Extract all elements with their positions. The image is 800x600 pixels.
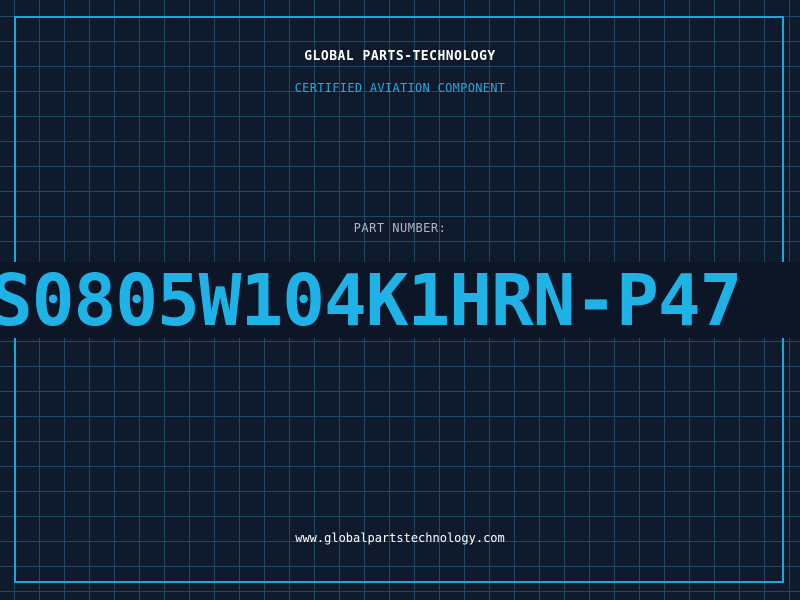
part-number-value: S0805W104K1HRN-P47 bbox=[0, 259, 742, 342]
website-url: www.globalpartstechnology.com bbox=[295, 531, 505, 545]
part-number-label: PART NUMBER: bbox=[353, 221, 447, 235]
certification-tagline: CERTIFIED AVIATION COMPONENT bbox=[294, 81, 506, 95]
company-name: GLOBAL PARTS-TECHNOLOGY bbox=[304, 49, 496, 64]
